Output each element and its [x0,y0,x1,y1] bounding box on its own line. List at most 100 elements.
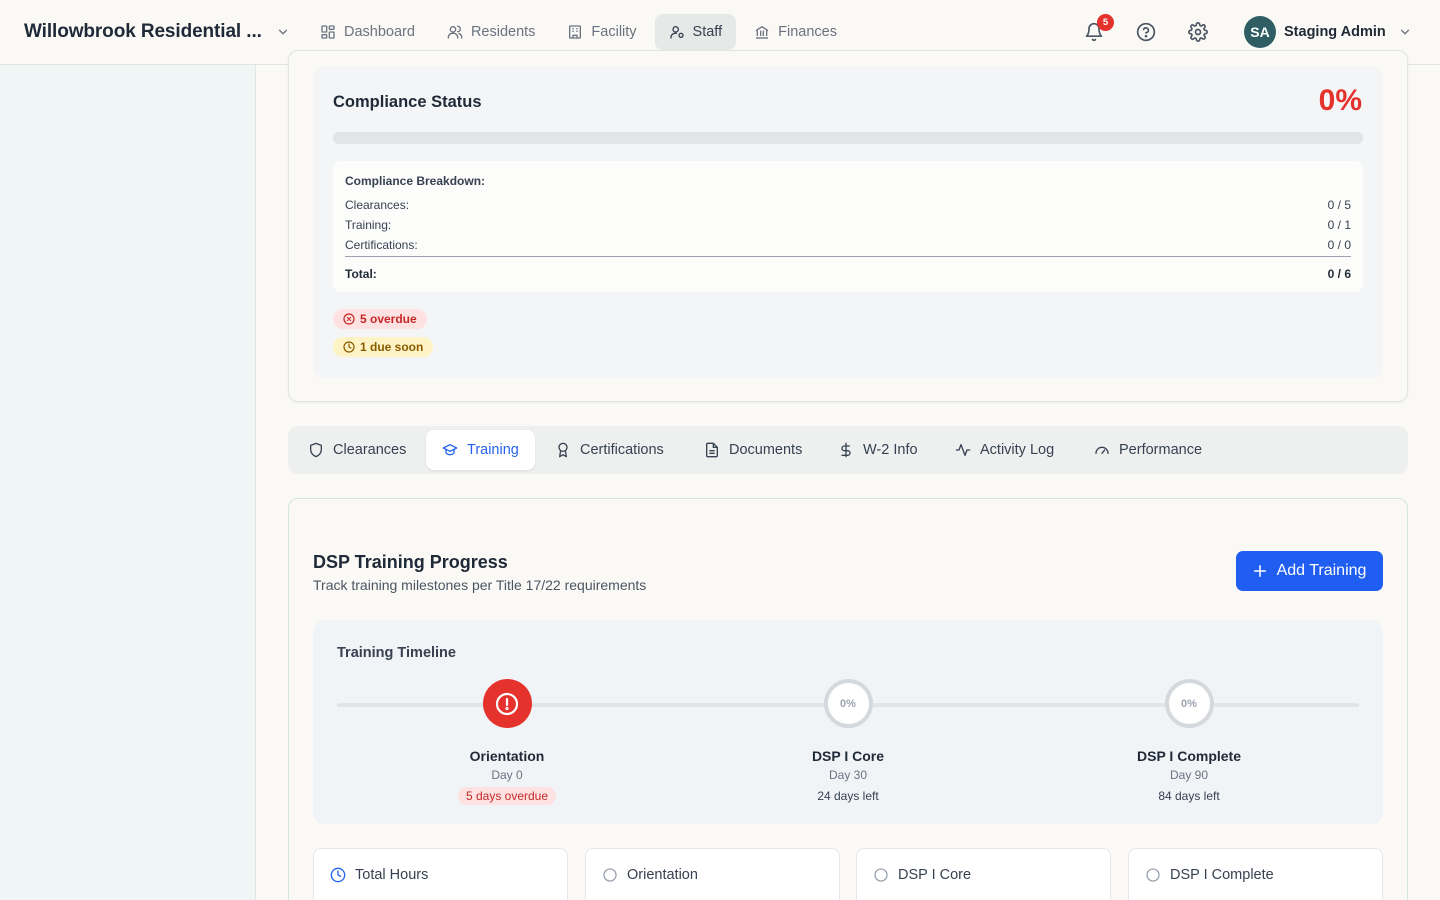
breakdown-value: 0 / 0 [1327,238,1351,252]
milestone-progress-circle: 0% [1164,679,1214,728]
breakdown-value: 0 / 5 [1327,198,1351,212]
tab-w2-info[interactable]: W-2 Info [822,430,934,470]
add-training-button[interactable]: Add Training [1236,551,1383,591]
sidebar [0,65,256,900]
tab-documents[interactable]: Documents [688,430,818,470]
milestone-name: Orientation [469,748,545,764]
milestone-progress-circle: 0% [823,679,873,728]
due-soon-badge: 1 due soon [333,337,434,357]
gauge-icon [1095,446,1109,454]
training-subtitle: Track training milestones per Title 17/2… [313,577,647,593]
breakdown-value: 0 / 1 [1327,218,1351,232]
facility-switcher[interactable]: Willowbrook Residential ... [24,0,290,64]
due-soon-text: 1 due soon [360,340,424,354]
user-menu[interactable]: SA Staging Admin [1244,16,1412,48]
tab-label: Clearances [333,442,407,458]
milestone-orientation[interactable]: Orientation Day 0 5 days overdue [407,679,607,805]
milestone-name: DSP I Complete [1137,748,1241,764]
staff-detail-tabs: Clearances Training Certifications Docum… [288,426,1408,474]
circle-icon [874,868,888,882]
activity-icon [955,444,971,456]
graduation-cap-icon [442,444,458,456]
breakdown-title: Compliance Breakdown: [345,174,486,188]
notifications-button[interactable]: 5 [1082,14,1114,44]
compliance-title: Compliance Status [333,93,482,111]
stat-label: Total Hours [355,867,429,883]
chevron-down-icon [1400,29,1409,35]
stat-card-orientation: Orientation [585,848,840,900]
milestone-overdue-badge: 5 days overdue [457,787,557,805]
milestone-status-circle [482,679,532,728]
tab-activity-log[interactable]: Activity Log [939,430,1070,470]
milestone-day: Day 0 [491,768,523,782]
notification-count-badge: 5 [1097,14,1114,31]
circle-icon [1146,868,1160,882]
plus-icon [1253,564,1266,578]
help-button[interactable] [1134,20,1158,44]
compliance-breakdown: Compliance Breakdown: Clearances: 0 / 5 … [333,161,1363,292]
help-circle-icon [1136,22,1156,42]
compliance-progress-bar [333,132,1363,144]
milestone-dsp-i-core[interactable]: 0% DSP I Core Day 30 24 days left [748,679,948,805]
training-title: DSP Training Progress [313,552,508,572]
circle-icon [603,868,617,882]
dollar-icon [841,442,851,458]
main-nav: Dashboard Residents Facility Staff Finan… [306,14,851,50]
settings-button[interactable] [1186,20,1210,44]
facility-name: Willowbrook Residential ... [24,21,262,42]
clock-icon [330,867,346,883]
bank-icon [755,26,769,39]
tab-performance[interactable]: Performance [1078,430,1218,470]
dashboard-icon [321,25,335,39]
staff-icon [669,26,684,39]
overdue-badge: 5 overdue [333,309,427,329]
milestone-day: Day 90 [1169,768,1209,782]
nav-item-dashboard[interactable]: Dashboard [306,14,429,50]
tab-clearances[interactable]: Clearances [292,430,422,470]
stat-label: Orientation [627,867,698,883]
training-timeline: Training Timeline Orientation Day 0 5 da… [313,620,1383,824]
nav-item-facility[interactable]: Facility [553,14,650,50]
shield-icon [310,442,322,458]
avatar: SA [1244,16,1276,48]
milestone-dsp-i-complete[interactable]: 0% DSP I Complete Day 90 84 days left [1089,679,1289,805]
breakdown-divider [345,256,1351,257]
award-icon [558,442,568,458]
nav-label: Finances [778,24,837,40]
nav-label: Residents [470,24,536,40]
nav-label: Staff [692,24,723,40]
milestone-days-left: 24 days left [817,789,879,803]
tab-label: Activity Log [980,442,1055,458]
breakdown-total-value: 0 / 6 [1327,267,1351,281]
breakdown-label: Certifications: [345,238,418,252]
breakdown-row-total: Total: 0 / 6 [345,267,1351,281]
x-circle-icon [343,313,355,325]
tab-certifications[interactable]: Certifications [539,430,680,470]
stat-label: DSP I Core [898,867,972,883]
stat-label: DSP I Complete [1170,867,1274,883]
tab-label: W-2 Info [863,442,918,458]
stat-card-total-hours: Total Hours [313,848,568,900]
breakdown-row-clearances: Clearances: 0 / 5 [345,198,1351,212]
tab-training[interactable]: Training [426,430,535,470]
compliance-percent: 0% [1318,84,1362,117]
milestone-day: Day 30 [828,768,868,782]
breakdown-row-training: Training: 0 / 1 [345,218,1351,232]
alert-circle-icon [495,692,519,715]
tab-label: Certifications [580,442,664,458]
clock-icon [343,341,355,353]
nav-item-finances[interactable]: Finances [740,14,851,50]
nav-item-staff[interactable]: Staff [654,14,737,50]
breakdown-total-label: Total: [345,267,377,281]
nav-label: Dashboard [344,24,415,40]
stat-card-dsp-i-core: DSP I Core [856,848,1111,900]
nav-item-residents[interactable]: Residents [433,14,549,50]
users-icon [447,25,463,39]
gear-icon [1188,22,1208,42]
timeline-title: Training Timeline [337,645,456,661]
document-icon [706,442,718,458]
milestone-days-left: 84 days left [1158,789,1220,803]
milestone-name: DSP I Core [811,748,885,764]
building-icon [569,25,582,39]
tab-label: Training [467,442,519,458]
